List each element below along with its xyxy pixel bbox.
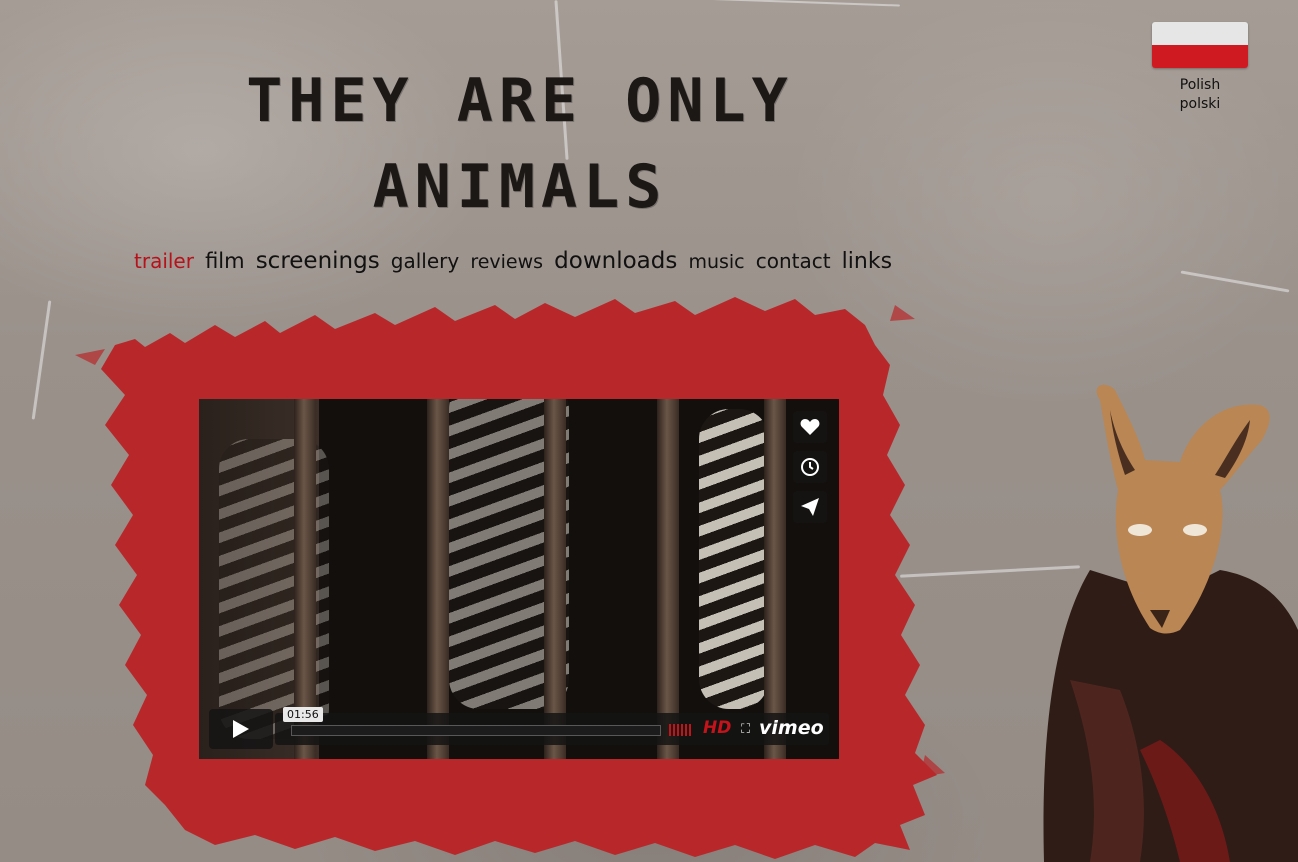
nav-item-music[interactable]: music	[688, 251, 744, 273]
share-button[interactable]	[793, 491, 827, 523]
site-title-line2: ANIMALS	[372, 152, 668, 222]
video-controls: HD ⛶ vimeo 01:56	[209, 707, 829, 749]
nav-item-reviews[interactable]: reviews	[470, 251, 543, 273]
progress-bar[interactable]	[291, 725, 661, 736]
fullscreen-icon[interactable]: ⛶	[741, 722, 750, 737]
nav-item-links[interactable]: links	[842, 249, 892, 274]
vimeo-logo[interactable]: vimeo	[759, 717, 824, 739]
nav-item-downloads[interactable]: downloads	[554, 248, 677, 274]
play-button[interactable]	[209, 709, 273, 749]
language-label-native[interactable]: polski	[1150, 95, 1250, 114]
nav-item-trailer[interactable]: trailer	[134, 249, 194, 273]
main-nav: trailer film screenings gallery reviews …	[134, 248, 898, 274]
send-icon	[801, 498, 819, 516]
nav-item-screenings[interactable]: screenings	[256, 248, 380, 274]
heart-icon	[800, 419, 820, 435]
like-button[interactable]	[793, 411, 827, 443]
polish-flag-icon[interactable]	[1152, 22, 1248, 68]
watch-later-button[interactable]	[793, 451, 827, 483]
site-title-line1: THEY ARE ONLY	[246, 66, 794, 136]
play-icon	[233, 720, 249, 738]
nav-item-contact[interactable]: contact	[756, 249, 831, 273]
fox-mask-figure	[1043, 384, 1298, 862]
duration-label: 01:56	[283, 707, 323, 722]
volume-icon[interactable]	[669, 724, 691, 736]
nav-item-gallery[interactable]: gallery	[391, 249, 459, 273]
hd-toggle[interactable]: HD	[703, 718, 731, 738]
site-title[interactable]: THEY ARE ONLY ANIMALS	[150, 58, 890, 230]
language-label-en[interactable]: Polish	[1150, 76, 1250, 95]
language-switch[interactable]: Polish polski	[1150, 22, 1250, 114]
nav-item-film[interactable]: film	[205, 249, 245, 273]
clock-icon	[801, 458, 819, 476]
video-player[interactable]: HD ⛶ vimeo 01:56	[199, 399, 839, 759]
